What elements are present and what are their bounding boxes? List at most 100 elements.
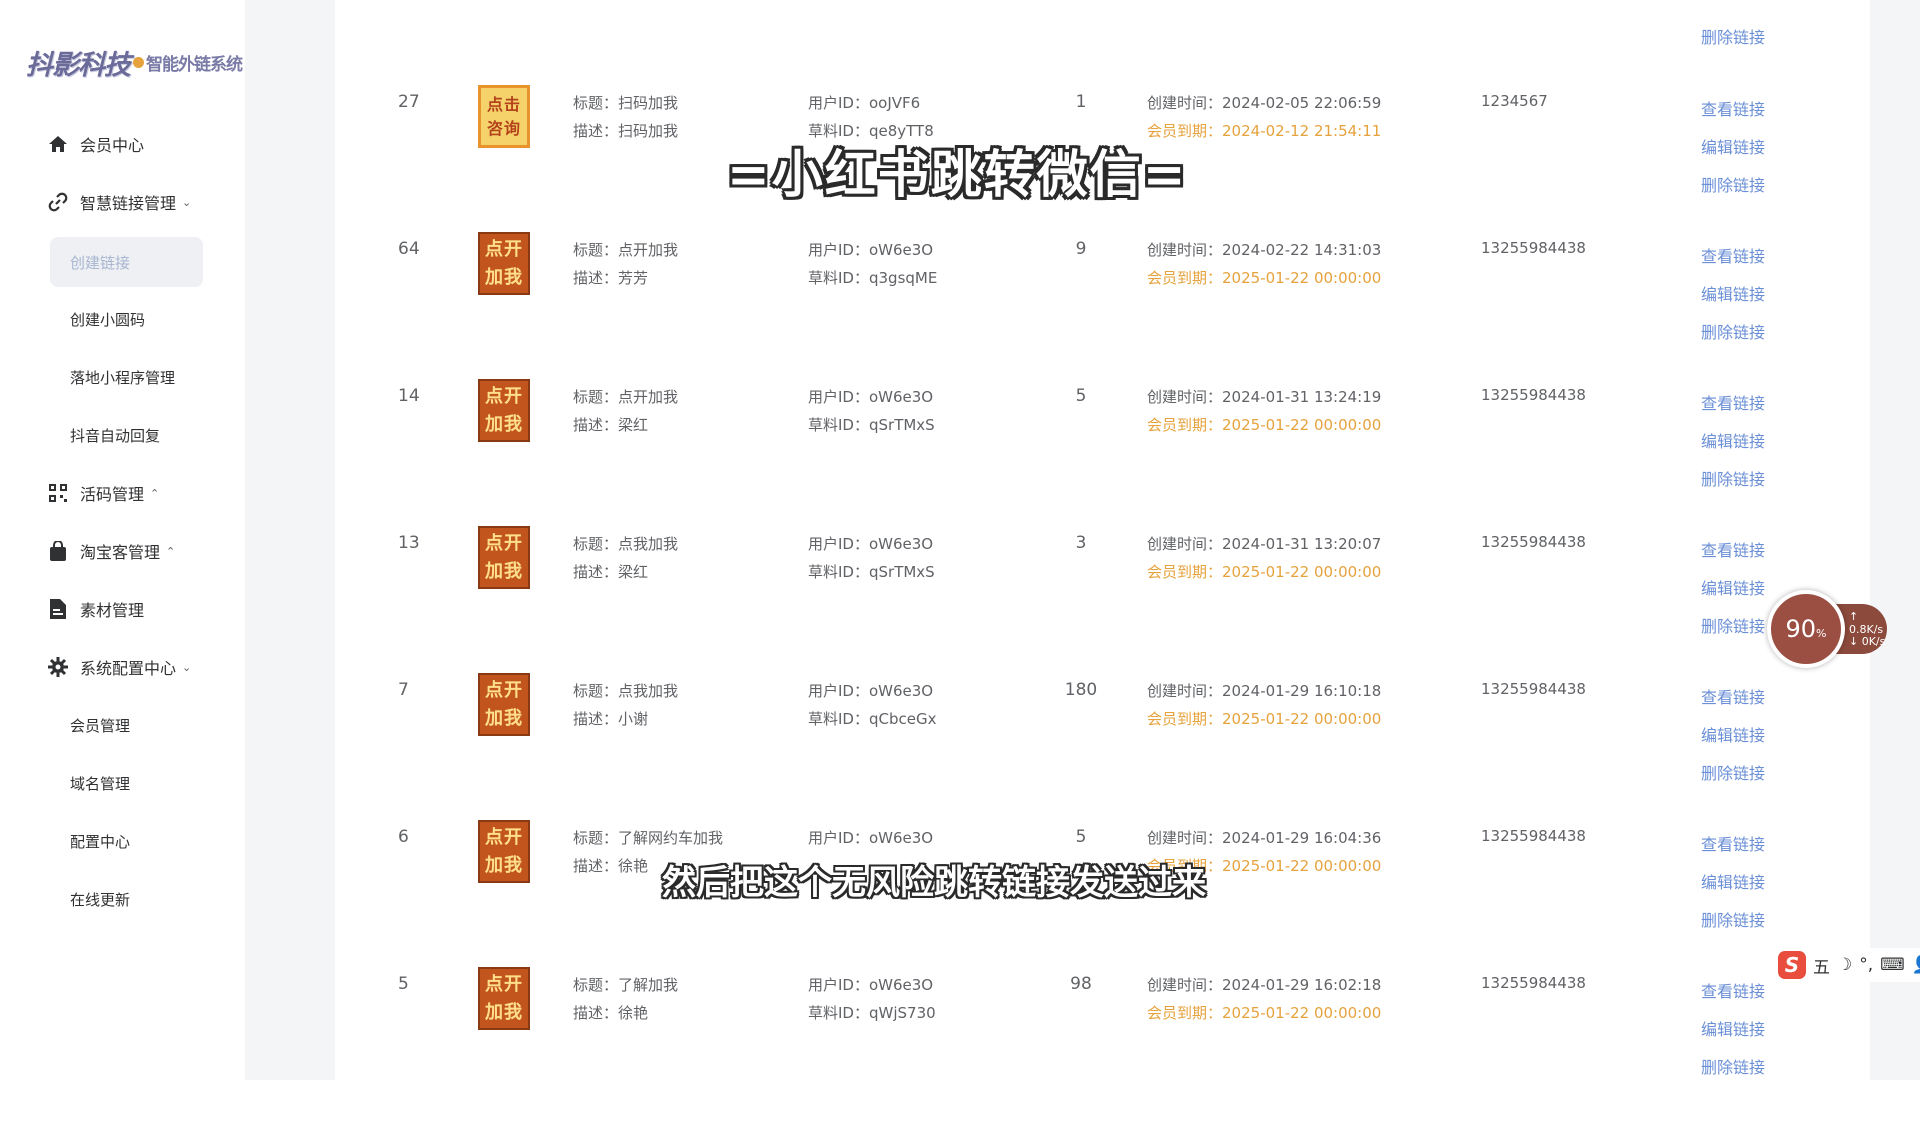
row-thumbnail[interactable]: 点开 加我	[478, 967, 530, 1030]
row-desc: 描述：扫码加我	[573, 122, 679, 140]
sidebar-item-create-link[interactable]: 创建链接	[70, 237, 130, 287]
edit-link-button[interactable]: 编辑链接	[1701, 869, 1765, 893]
memory-usage-circle: 90%	[1767, 590, 1845, 668]
sidebar-item-domain-manage[interactable]: 域名管理	[70, 763, 130, 803]
memory-percent-unit: %	[1816, 626, 1827, 640]
delete-link-button[interactable]: 删除链接	[1701, 1054, 1765, 1078]
row-thumbnail[interactable]: 点击 咨询	[478, 85, 530, 148]
table-row: 14 点开 加我 标题：点开加我 描述：梁红 用户ID：oW6e3O 草料ID：…	[335, 379, 1870, 533]
delete-link-button[interactable]: 删除链接	[1701, 466, 1765, 490]
edit-link-button[interactable]: 编辑链接	[1701, 575, 1765, 599]
row-phone: 13255984438	[1481, 680, 1586, 698]
delete-link-button[interactable]: 删除链接	[1701, 907, 1765, 931]
row-visit-count: 180	[1064, 680, 1098, 700]
chevron-up-icon: ⌃	[166, 544, 176, 558]
thumbnail-text: 点开	[485, 973, 523, 995]
view-link-button[interactable]: 查看链接	[1701, 243, 1765, 267]
sidebar-item-live-code[interactable]: 活码管理 ⌃	[0, 473, 245, 513]
delete-link-button[interactable]: 删除链接	[1701, 319, 1765, 343]
thumbnail-text: 加我	[485, 413, 523, 435]
row-expire-time: 会员到期：2025-01-22 00:00:00	[1147, 269, 1382, 287]
row-phone: 1234567	[1481, 92, 1548, 110]
sidebar-item-online-update[interactable]: 在线更新	[70, 879, 130, 919]
view-link-button[interactable]: 查看链接	[1701, 390, 1765, 414]
row-desc: 描述：徐艳	[573, 1004, 649, 1022]
view-link-button[interactable]: 查看链接	[1701, 96, 1765, 120]
ime-logo-icon[interactable]: S	[1778, 951, 1806, 979]
sidebar-item-config-center[interactable]: 配置中心	[70, 821, 130, 861]
row-thumbnail[interactable]: 点开 加我	[478, 526, 530, 589]
edit-link-button[interactable]: 编辑链接	[1701, 722, 1765, 746]
download-speed: ↓ 0K/s	[1849, 635, 1886, 648]
edit-link-button[interactable]: 编辑链接	[1701, 134, 1765, 158]
thumbnail-text: 加我	[485, 854, 523, 876]
row-thumbnail[interactable]: 点开 加我	[478, 820, 530, 883]
punctuation-icon[interactable]: °,	[1859, 955, 1873, 975]
memory-percent: 90	[1785, 615, 1817, 643]
edit-link-button[interactable]: 编辑链接	[1701, 1016, 1765, 1040]
edit-link-button[interactable]: 编辑链接	[1701, 428, 1765, 452]
sidebar-item-label: 活码管理	[80, 485, 145, 504]
app-logo[interactable]: 抖影科技 智能外链系统	[26, 40, 243, 84]
row-phone: 13255984438	[1481, 386, 1586, 404]
delete-link-button[interactable]: 删除链接	[1701, 24, 1765, 48]
row-id: 27	[398, 92, 420, 112]
table-row: 7 点开 加我 标题：点我加我 描述：小谢 用户ID：oW6e3O 草料ID：q…	[335, 673, 1870, 827]
row-expire-time: 会员到期：2025-01-22 00:00:00	[1147, 416, 1382, 434]
row-thumbnail[interactable]: 点开 加我	[478, 379, 530, 442]
row-user-id: 用户ID：oW6e3O	[808, 241, 934, 259]
row-draft-id: 草料ID：qSrTMxS	[808, 416, 935, 434]
logo-sub-text: 智能外链系统	[146, 54, 243, 75]
view-link-button[interactable]: 查看链接	[1701, 831, 1765, 855]
row-visit-count: 3	[1075, 533, 1087, 553]
row-thumbnail[interactable]: 点开 加我	[478, 673, 530, 736]
sidebar-item-create-mini-code[interactable]: 创建小圆码	[70, 299, 145, 339]
table-row: 13 点开 加我 标题：点我加我 描述：梁红 用户ID：oW6e3O 草料ID：…	[335, 526, 1870, 680]
ime-toolbar[interactable]: S 五 ☽ °, ⌨ 👤	[1774, 948, 1920, 982]
video-caption-subtitle: 然后把这个无风险跳转链接发送过来	[662, 863, 1206, 903]
thumbnail-text: 点开	[485, 679, 523, 701]
row-draft-id: 草料ID：qSrTMxS	[808, 563, 935, 581]
delete-link-button[interactable]: 删除链接	[1701, 613, 1765, 637]
row-visit-count: 98	[1070, 974, 1092, 994]
sidebar-item-douyin-autoreply[interactable]: 抖音自动回复	[70, 415, 160, 455]
keyboard-icon[interactable]: ⌨	[1880, 955, 1905, 975]
user-icon[interactable]: 👤	[1912, 955, 1920, 975]
sidebar-item-member-manage[interactable]: 会员管理	[70, 705, 130, 745]
sidebar-item-taobaoke[interactable]: 淘宝客管理 ⌃	[0, 531, 245, 571]
row-created-time: 创建时间：2024-01-29 16:10:18	[1147, 682, 1382, 700]
row-draft-id: 草料ID：qWjS730	[808, 1004, 936, 1022]
row-created-time: 创建时间：2024-01-29 16:04:36	[1147, 829, 1382, 847]
row-draft-id: 草料ID：q3gsqME	[808, 269, 938, 287]
row-desc: 描述：梁红	[573, 563, 649, 581]
chevron-down-icon: ⌄	[182, 660, 192, 674]
network-speed-widget[interactable]: 90% ↑ 0.8K/s ↓ 0K/s	[1767, 590, 1887, 670]
row-visit-count: 9	[1075, 239, 1087, 259]
sidebar-item-label: 系统配置中心	[80, 659, 177, 678]
row-expire-time: 会员到期：2025-01-22 00:00:00	[1147, 1004, 1382, 1022]
row-user-id: 用户ID：oW6e3O	[808, 388, 934, 406]
sidebar-item-system-config[interactable]: 系统配置中心 ⌄	[0, 647, 245, 687]
view-link-button[interactable]: 查看链接	[1701, 978, 1765, 1002]
sidebar-item-label: 会员中心	[80, 136, 145, 155]
row-thumbnail[interactable]: 点开 加我	[478, 232, 530, 295]
sidebar-item-landing-miniprogram[interactable]: 落地小程序管理	[70, 357, 175, 397]
ime-input-mode[interactable]: 五	[1813, 953, 1830, 978]
moon-icon[interactable]: ☽	[1837, 955, 1852, 975]
row-id: 64	[398, 239, 420, 259]
delete-link-button[interactable]: 删除链接	[1701, 760, 1765, 784]
row-title: 标题：点我加我	[573, 535, 679, 553]
sidebar-item-materials[interactable]: 素材管理	[0, 589, 245, 629]
delete-link-button[interactable]: 删除链接	[1701, 172, 1765, 196]
sidebar-item-member-center[interactable]: 会员中心	[0, 124, 245, 164]
thumbnail-text: 加我	[485, 707, 523, 729]
sidebar-item-smart-link[interactable]: 智慧链接管理 ⌄	[0, 182, 245, 222]
view-link-button[interactable]: 查看链接	[1701, 684, 1765, 708]
row-expire-time: 会员到期：2025-01-22 00:00:00	[1147, 710, 1382, 728]
row-desc: 描述：梁红	[573, 416, 649, 434]
row-user-id: 用户ID：oW6e3O	[808, 535, 934, 553]
view-link-button[interactable]: 查看链接	[1701, 537, 1765, 561]
edit-link-button[interactable]: 编辑链接	[1701, 281, 1765, 305]
row-draft-id: 草料ID：qCbceGx	[808, 710, 937, 728]
sidebar-item-label: 素材管理	[80, 601, 145, 620]
